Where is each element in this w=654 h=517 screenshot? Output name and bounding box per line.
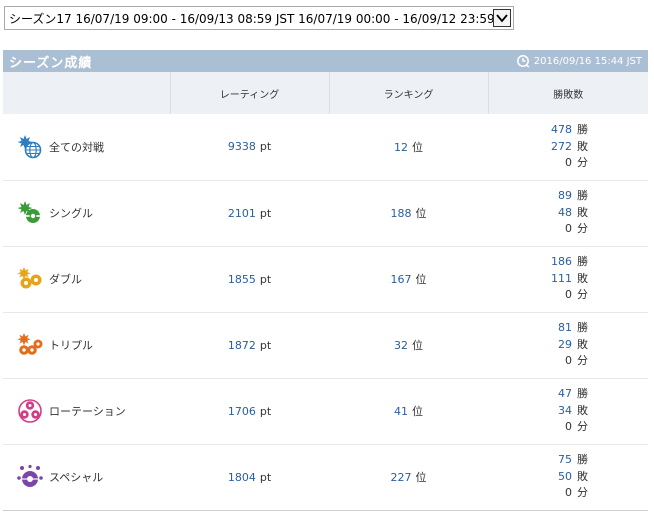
draws-value: 0 [565,420,572,434]
draws-value: 0 [565,354,572,368]
wins-value: 81 [558,321,572,335]
rotation-ball-icon [18,399,42,423]
wins-value: 75 [558,453,572,467]
losses-value: 111 [551,271,572,285]
wins-value: 89 [558,189,572,203]
losses-value: 29 [558,337,572,351]
draws-value: 0 [565,222,572,236]
season-select[interactable]: シーズン17 16/07/19 09:00 - 16/09/13 08:59 J… [4,6,514,30]
season-select-value: シーズン17 16/07/19 09:00 - 16/09/13 08:59 J… [9,11,493,26]
draws-value: 0 [565,486,572,500]
header-record: 勝敗数 [487,72,648,114]
double-ball-icon [17,267,42,289]
timestamp-text: 2016/09/16 15:44 JST [533,55,642,67]
losses-value: 34 [558,403,572,417]
table-row: スペシャル 1804 pt 227 位 75 勝 50 敗 0分 [3,444,648,510]
single-ball-icon [17,201,40,223]
losses-value: 50 [558,469,572,483]
table-row: ダブル 1855 pt 167 位 186 勝 111 敗 0分 [3,246,648,312]
header-rating: レーティング [169,72,329,114]
season-results-panel: シーズン成績 2016/09/16 15:44 JST レーティング ランキング… [3,50,648,513]
category-name: ローテーション [49,405,126,418]
rating-value: 1804 [227,470,256,484]
globe-burst-icon [17,134,42,159]
results-table: レーティング ランキング 勝敗数 全ての対戦 9338 pt 12 位 478 … [3,72,648,511]
category-name: シングル [49,207,93,220]
panel-title: シーズン成績 [9,55,93,71]
header-category [3,72,170,114]
losses-value: 272 [551,139,572,153]
wins-value: 478 [551,123,572,136]
record-stack: 75 勝 50 敗 0分 [488,452,648,502]
rating-value: 1706 [227,404,256,418]
rank-value: 227 [390,471,412,484]
category-name: 全ての対戦 [49,140,104,154]
rating-value: 9338 [227,140,256,154]
panel-header: シーズン成績 2016/09/16 15:44 JST [3,50,648,72]
table-header-row: レーティング ランキング 勝敗数 [3,72,648,114]
panel-timestamp: 2016/09/16 15:44 JST [516,54,642,68]
record-stack: 478 勝 272 敗 0分 [488,122,648,172]
rank-value: 41 [394,405,408,418]
record-stack: 186 勝 111 敗 0分 [488,254,648,304]
record-stack: 47 勝 34 敗 0分 [488,386,648,436]
rank-value: 167 [390,273,412,286]
draws-value: 0 [565,156,572,169]
record-stack: 89 勝 48 敗 0分 [488,188,648,238]
losses-value: 48 [558,205,572,219]
category-name: トリプル [49,339,93,352]
table-row: シングル 2101 pt 188 位 89 勝 48 敗 0分 [3,180,648,246]
rank-value: 188 [390,207,412,220]
rating-value: 1855 [227,272,256,286]
rank-value: 32 [394,339,408,352]
refresh-clock-icon[interactable] [516,54,530,68]
wins-value: 47 [558,387,572,401]
chevron-down-icon[interactable] [493,9,511,27]
table-row: ローテーション 1706 pt 41 位 47 勝 34 敗 0分 [3,378,648,444]
header-ranking: ランキング [328,72,488,114]
triple-ball-icon [17,333,43,355]
category-name: スペシャル [49,471,104,484]
draws-value: 0 [565,288,572,302]
special-ball-icon [17,464,43,487]
rating-value: 1872 [227,338,256,352]
table-row: トリプル 1872 pt 32 位 81 勝 29 敗 0分 [3,312,648,378]
wins-value: 186 [551,255,572,269]
record-stack: 81 勝 29 敗 0分 [488,320,648,370]
rating-value: 2101 [227,206,256,220]
category-name: ダブル [49,273,82,286]
rank-value: 12 [394,140,408,154]
table-row: 全ての対戦 9338 pt 12 位 478 勝 272 敗 0分 [3,114,648,180]
